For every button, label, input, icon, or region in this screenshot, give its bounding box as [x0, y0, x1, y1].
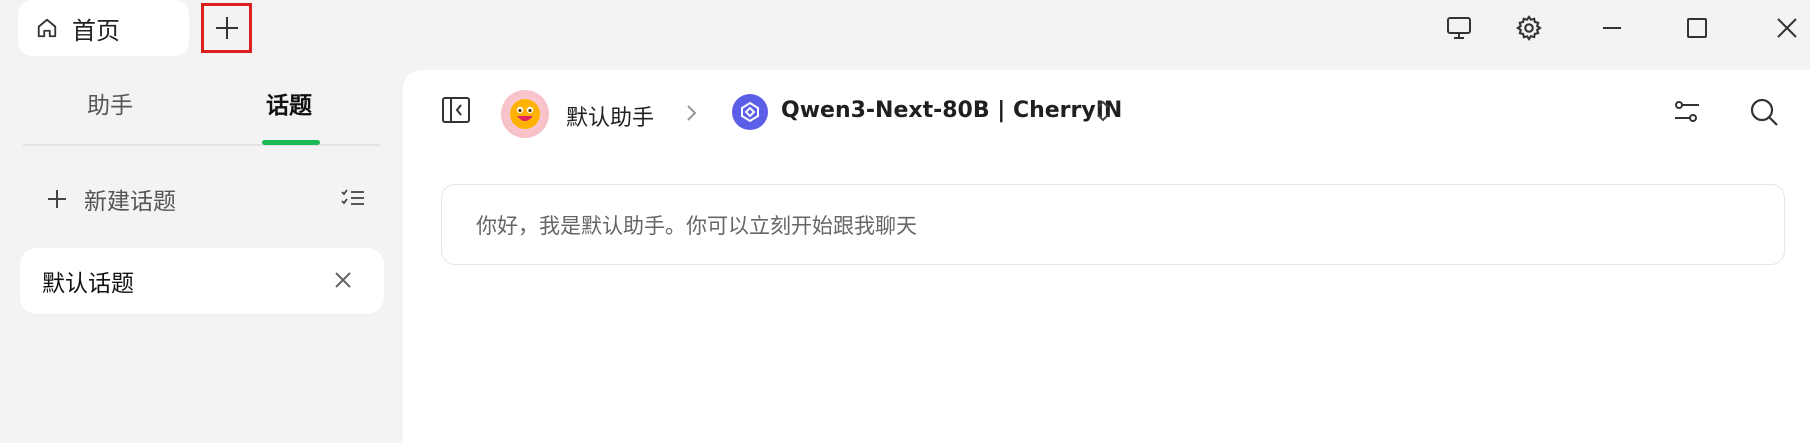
assistant-greeting-message: 你好，我是默认助手。你可以立刻开始跟我聊天 — [441, 184, 1785, 265]
search-icon — [1748, 96, 1780, 128]
chevron-right-icon — [682, 102, 700, 124]
maximize-icon — [1685, 16, 1709, 40]
chat-settings-button[interactable] — [1671, 96, 1703, 128]
checklist-icon — [340, 187, 366, 209]
active-tab-indicator — [262, 140, 320, 145]
smiley-face-icon — [508, 97, 542, 131]
close-topic-icon[interactable] — [332, 269, 354, 291]
toggle-sidebar-button[interactable] — [441, 95, 471, 125]
add-tab-button[interactable] — [201, 3, 252, 53]
assistant-name[interactable]: 默认助手 — [566, 100, 654, 132]
chevron-up-down-icon[interactable] — [1093, 98, 1113, 124]
tab-home-label: 首页 — [72, 16, 120, 45]
topic-item-label: 默认话题 — [42, 271, 134, 297]
home-icon — [36, 17, 58, 39]
title-bar: 首页 — [0, 0, 1810, 60]
settings-button[interactable] — [1507, 8, 1551, 48]
model-selector[interactable]: Qwen3-Next-80B | CherryIN — [781, 98, 1122, 123]
tab-assistants[interactable]: 助手 — [87, 86, 133, 120]
monitor-icon — [1445, 14, 1473, 42]
close-window-button[interactable] — [1765, 8, 1809, 48]
sliders-icon — [1671, 96, 1703, 128]
topic-item[interactable]: 默认话题 — [20, 248, 384, 314]
chat-panel: 默认助手 Qwen3-Next-80B | CherryIN 你好，我是默认助手… — [403, 70, 1810, 443]
app-window: 首页 助手 话题 新建话题 默认话题 默认助手 Qwen3-Next-80B |… — [0, 0, 1810, 443]
sidebar-tabs: 助手 话题 — [23, 60, 380, 146]
mini-window-button[interactable] — [1437, 8, 1481, 48]
gear-icon — [1515, 14, 1543, 42]
new-topic-button[interactable]: 新建话题 — [46, 182, 176, 216]
tab-home[interactable]: 首页 — [18, 0, 189, 56]
greeting-text: 你好，我是默认助手。你可以立刻开始跟我聊天 — [476, 213, 917, 238]
topic-list-button[interactable] — [340, 187, 366, 209]
plus-icon — [214, 15, 240, 41]
search-button[interactable] — [1748, 96, 1780, 128]
maximize-button[interactable] — [1675, 8, 1719, 48]
minimize-icon — [1600, 16, 1624, 40]
sidebar-toggle-icon — [441, 95, 471, 125]
tab-topics[interactable]: 话题 — [266, 86, 312, 120]
model-provider-icon — [732, 94, 768, 130]
assistant-avatar[interactable] — [501, 90, 549, 138]
new-topic-label: 新建话题 — [84, 189, 176, 215]
close-icon — [1775, 16, 1799, 40]
sidebar: 助手 话题 新建话题 默认话题 — [0, 60, 403, 443]
minimize-button[interactable] — [1590, 8, 1634, 48]
plus-icon — [46, 188, 68, 210]
